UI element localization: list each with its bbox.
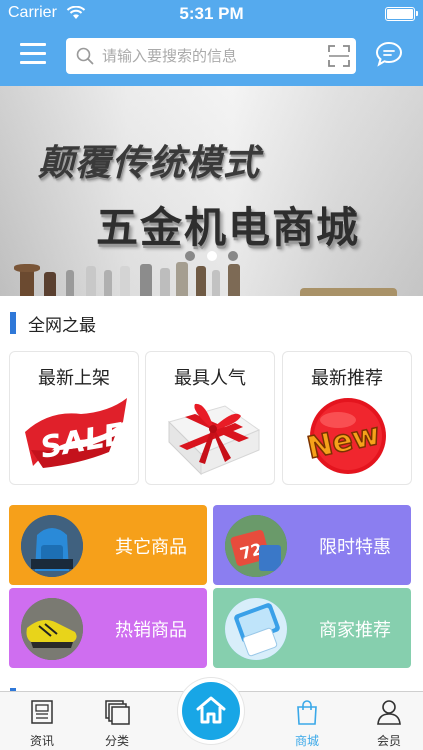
sale-icon: SALE [25,398,128,468]
hardware-parts-image [0,254,300,296]
category-icon [105,700,130,725]
feature-label: 最新推荐 [311,368,383,389]
shoe-thumbnail [21,598,83,660]
section-accent-bar [10,312,16,334]
tab-label: 商城 [294,734,319,748]
gift-icon [168,403,261,476]
chat-bubble-icon[interactable] [375,41,403,67]
carousel-dot-3[interactable] [228,251,238,261]
carousel-dot-2[interactable] [207,251,217,261]
sale-thumbnail: 72 [225,515,287,577]
feature-card-popular[interactable]: 最具人气 [145,351,275,485]
home-button[interactable] [182,682,240,740]
phone-thumbnail [225,598,287,660]
feature-label: 最具人气 [174,368,246,389]
banner-decoration [300,288,397,296]
tile-label: 其它商品 [115,537,187,558]
battery-icon [385,7,418,21]
user-icon [377,700,401,725]
tab-member[interactable]: 会员 [347,692,423,750]
category-tile-other[interactable]: 其它商品 [9,505,207,585]
clock: 5:31 PM [179,4,244,23]
new-badge-icon: New [303,398,386,474]
home-icon [196,696,226,724]
tab-news[interactable]: 资讯 [0,692,84,750]
tab-mall[interactable]: 商城 [265,692,349,750]
carousel-dot-1[interactable] [185,251,195,261]
section-title: 全网之最 [28,316,96,336]
tile-label: 商家推荐 [319,620,391,641]
search-bar [66,38,356,74]
tab-label: 会员 [376,734,401,748]
search-input[interactable] [102,38,312,74]
category-tile-hot[interactable]: 热销商品 [9,588,207,668]
promo-banner[interactable]: 颠覆传统模式 五金机电商城 [0,86,423,296]
tile-label: 限时特惠 [319,537,391,558]
scan-icon[interactable] [328,45,350,67]
status-bar: Carrier 5:31 PM [0,0,423,28]
category-tile-flash-sale[interactable]: 72 限时特惠 [213,505,411,585]
tab-category[interactable]: 分类 [75,692,159,750]
news-icon [31,700,53,724]
shopping-bag-icon [297,700,317,725]
hamburger-menu-icon[interactable] [20,43,46,65]
home-button-ring [178,678,244,744]
feature-card-newest[interactable]: 最新上架 SALE [9,351,139,485]
top-header [0,28,423,86]
tab-label: 资讯 [29,734,54,748]
backpack-thumbnail [21,515,83,577]
feature-card-recommended[interactable]: 最新推荐 New [282,351,412,485]
tile-label: 热销商品 [115,620,187,641]
feature-label: 最新上架 [38,368,110,389]
tab-label: 分类 [104,734,129,748]
category-tile-merchant[interactable]: 商家推荐 [213,588,411,668]
banner-headline: 颠覆传统模式 [38,143,261,184]
banner-subheadline: 五金机电商城 [96,203,361,252]
search-icon [76,47,94,65]
featured-section: 全网之最 最新上架 SALE 最具人气 最新推荐 New 其它商品 72 限时特… [0,296,423,698]
